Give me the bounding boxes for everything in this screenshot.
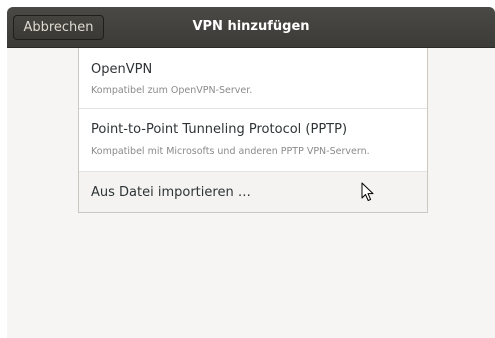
header-bar: Abbrechen VPN hinzufügen [7, 7, 495, 48]
vpn-option-pptp[interactable]: Point-to-Point Tunneling Protocol (PPTP)… [79, 109, 427, 172]
option-title: Aus Datei importieren … [91, 185, 251, 200]
mouse-pointer-icon [361, 182, 374, 201]
vpn-option-openvpn[interactable]: OpenVPN Kompatibel zum OpenVPN-Server. [79, 48, 427, 109]
option-title: Point-to-Point Tunneling Protocol (PPTP) [91, 122, 348, 137]
vpn-type-list: OpenVPN Kompatibel zum OpenVPN-Server. P… [78, 48, 428, 213]
option-description: Kompatibel zum OpenVPN-Server. [91, 85, 253, 96]
add-vpn-dialog: Abbrechen VPN hinzufügen OpenVPN Kompati… [7, 7, 495, 338]
option-title: OpenVPN [91, 62, 153, 77]
dialog-title: VPN hinzufügen [192, 19, 310, 34]
option-description: Kompatibel mit Microsofts und anderen PP… [91, 146, 370, 157]
